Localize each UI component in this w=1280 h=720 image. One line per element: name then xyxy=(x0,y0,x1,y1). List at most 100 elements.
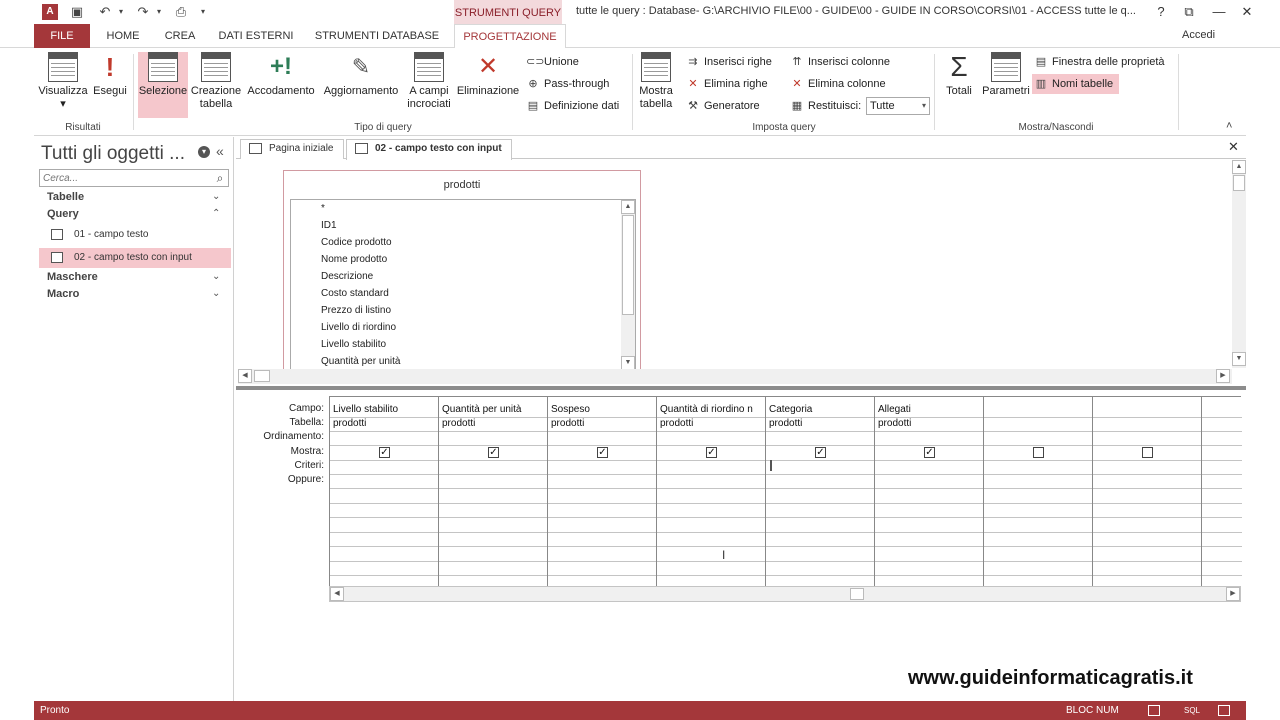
nav-item-query-01[interactable]: 01 - campo testo xyxy=(39,225,231,245)
checkbox-mostra[interactable]: ✓ xyxy=(815,447,826,458)
search-icon[interactable]: ⌕ xyxy=(212,170,228,186)
tab-file[interactable]: FILE xyxy=(34,24,90,48)
undo-dropdown-icon[interactable]: ▾ xyxy=(112,3,130,21)
checkbox-mostra[interactable]: ✓ xyxy=(706,447,717,458)
inserisci-righe-button[interactable]: ⇉ Inserisci righe xyxy=(684,52,771,72)
nav-title[interactable]: Tutti gli oggetti ... xyxy=(41,143,185,165)
design-vscrollbar[interactable]: ▲ ▼ xyxy=(1232,160,1246,368)
design-hscrollbar[interactable]: ◀ ▶ xyxy=(238,369,1232,384)
help-button[interactable]: ? xyxy=(1146,2,1176,22)
field-item[interactable]: Descrizione xyxy=(321,268,373,285)
scroll-up-icon[interactable]: ▲ xyxy=(621,200,635,214)
close-window-button[interactable]: ✕ xyxy=(1232,2,1262,22)
field-item[interactable]: * xyxy=(321,200,325,217)
cell-campo[interactable]: Allegati xyxy=(878,403,982,417)
nav-section-query[interactable]: Query xyxy=(47,208,79,220)
cell-tabella[interactable]: prodotti xyxy=(878,417,982,431)
generatore-button[interactable]: ⚒ Generatore xyxy=(684,96,760,116)
scroll-left-icon[interactable]: ◀ xyxy=(330,587,344,601)
chevron-down-icon[interactable]: ⌄ xyxy=(212,191,220,202)
checkbox-mostra[interactable]: ✓ xyxy=(379,447,390,458)
cell-tabella[interactable]: prodotti xyxy=(333,417,437,431)
eliminazione-button[interactable]: ✕ Eliminazione xyxy=(456,52,520,118)
inserisci-colonne-button[interactable]: ⇈ Inserisci colonne xyxy=(788,52,890,72)
ribbon-display-button[interactable]: ⧉ xyxy=(1174,2,1204,22)
chevron-down-icon[interactable]: ⌄ xyxy=(212,288,220,299)
cell-campo[interactable]: Quantità per unità xyxy=(442,403,546,417)
scroll-thumb[interactable] xyxy=(622,215,634,315)
scroll-thumb[interactable] xyxy=(254,370,270,382)
grid-column[interactable]: Categoria prodotti ✓ xyxy=(766,397,875,587)
nomi-tabelle-button[interactable]: ▥ Nomi tabelle xyxy=(1032,74,1120,94)
grid-column[interactable] xyxy=(984,397,1093,587)
checkbox-mostra[interactable]: ✓ xyxy=(488,447,499,458)
scroll-up-icon[interactable]: ▲ xyxy=(1232,160,1246,174)
cell-tabella[interactable]: prodotti xyxy=(660,417,764,431)
sign-in-link[interactable]: Accedi xyxy=(1182,29,1215,41)
cell-tabella[interactable]: prodotti xyxy=(551,417,655,431)
tab-crea[interactable]: CREA xyxy=(156,24,204,48)
cell-campo[interactable]: Sospeso xyxy=(551,403,655,417)
field-item[interactable]: Codice prodotto xyxy=(321,234,392,251)
close-document-icon[interactable]: ✕ xyxy=(1228,139,1239,155)
cell-campo[interactable]: Quantità di riordino n xyxy=(660,403,764,417)
chevron-down-icon[interactable]: ⌄ xyxy=(212,271,220,282)
tab-pagina-iniziale[interactable]: Pagina iniziale xyxy=(240,139,344,159)
grid-column[interactable]: Livello stabilito prodotti ✓ xyxy=(330,397,439,587)
visualizza-button[interactable]: Visualizza ▾ xyxy=(36,52,90,118)
grid-column[interactable]: Quantità di riordino n prodotti ✓ xyxy=(657,397,766,587)
nav-search-input[interactable] xyxy=(39,169,229,187)
nav-section-tabelle[interactable]: Tabelle xyxy=(47,191,84,203)
customize-toolbar-icon[interactable]: ▾ xyxy=(194,3,212,21)
table-field-list-box[interactable]: prodotti * ID1 Codice prodotto Nome prod… xyxy=(283,170,641,376)
scroll-right-icon[interactable]: ▶ xyxy=(1226,587,1240,601)
grid-column[interactable] xyxy=(1202,397,1242,587)
redo-dropdown-icon[interactable]: ▾ xyxy=(150,3,168,21)
field-item[interactable]: Quantità per unità xyxy=(321,353,401,370)
tab-home[interactable]: HOME xyxy=(98,24,148,48)
field-list-scrollbar[interactable]: ▲ ▼ xyxy=(621,200,635,370)
scroll-thumb[interactable] xyxy=(850,588,864,600)
nav-section-macro[interactable]: Macro xyxy=(47,288,79,300)
nav-collapse-icon[interactable]: « xyxy=(216,143,224,159)
grid-column[interactable]: Allegati prodotti ✓ xyxy=(875,397,984,587)
cell-tabella[interactable]: prodotti xyxy=(769,417,873,431)
grid-column[interactable]: Quantità per unità prodotti ✓ xyxy=(439,397,548,587)
grid-column[interactable]: Sospeso prodotti ✓ xyxy=(548,397,657,587)
field-item[interactable]: Costo standard xyxy=(321,285,389,302)
restituisci-select[interactable]: Tutte ▾ xyxy=(866,97,930,115)
esegui-button[interactable]: ! Esegui xyxy=(92,52,128,118)
tab-progettazione[interactable]: PROGETTAZIONE xyxy=(454,24,566,49)
finestra-proprieta-button[interactable]: ▤ Finestra delle proprietà xyxy=(1032,52,1165,72)
aggiornamento-button[interactable]: ✎ Aggiornamento xyxy=(320,52,402,118)
field-item[interactable]: ID1 xyxy=(321,217,337,234)
scroll-thumb[interactable] xyxy=(1233,175,1245,191)
totali-button[interactable]: Σ Totali xyxy=(938,52,980,118)
elimina-colonne-button[interactable]: ✕ Elimina colonne xyxy=(788,74,885,94)
nav-item-query-02[interactable]: 02 - campo testo con input xyxy=(39,248,231,268)
nav-section-maschere[interactable]: Maschere xyxy=(47,271,98,283)
unione-button[interactable]: ⊂⊃ Unione xyxy=(524,52,579,72)
design-view-icon[interactable] xyxy=(1218,705,1230,716)
checkbox-mostra-empty[interactable] xyxy=(1033,447,1044,458)
scroll-right-icon[interactable]: ▶ xyxy=(1216,369,1230,383)
accodamento-button[interactable]: +! Accodamento xyxy=(244,52,318,118)
field-item[interactable]: Prezzo di listino xyxy=(321,302,391,319)
cell-campo[interactable]: Livello stabilito xyxy=(333,403,437,417)
checkbox-mostra[interactable]: ✓ xyxy=(597,447,608,458)
grid-hscrollbar[interactable]: ◀ ▶ xyxy=(329,586,1241,602)
field-item[interactable]: Livello di riordino xyxy=(321,319,396,336)
elimina-righe-button[interactable]: ✕ Elimina righe xyxy=(684,74,767,94)
minimize-button[interactable]: — xyxy=(1204,2,1234,22)
print-preview-icon[interactable]: ⎙ xyxy=(172,3,190,21)
grid-column[interactable] xyxy=(1093,397,1202,587)
field-item[interactable]: Livello stabilito xyxy=(321,336,386,353)
checkbox-mostra-empty[interactable] xyxy=(1142,447,1153,458)
save-icon[interactable]: ▣ xyxy=(68,3,86,21)
selezione-button[interactable]: Selezione xyxy=(138,52,188,118)
pass-through-button[interactable]: ⊕ Pass-through xyxy=(524,74,609,94)
tab-strumenti-database[interactable]: STRUMENTI DATABASE xyxy=(308,24,446,48)
cell-campo[interactable]: Categoria xyxy=(769,403,873,417)
scroll-down-icon[interactable]: ▼ xyxy=(1232,352,1246,366)
chevron-up-icon[interactable]: ⌃ xyxy=(212,208,220,219)
